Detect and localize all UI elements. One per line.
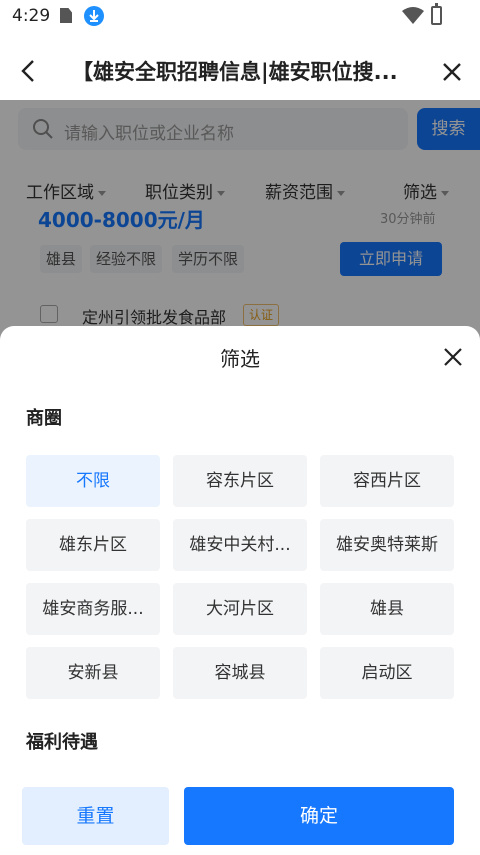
title-bar: 【雄安全职招聘信息|雄安职位搜...: [0, 42, 480, 100]
area-option[interactable]: 雄安中关村...: [173, 519, 307, 571]
area-option[interactable]: 启动区: [320, 647, 454, 699]
area-option[interactable]: 大河片区: [173, 583, 307, 635]
page-title: 【雄安全职招聘信息|雄安职位搜...: [72, 60, 398, 84]
battery-icon: [431, 3, 442, 25]
area-option[interactable]: 雄县: [320, 583, 454, 635]
back-arrow-icon[interactable]: [16, 58, 42, 84]
area-option-unlimited[interactable]: 不限: [26, 455, 160, 507]
download-icon: [84, 6, 104, 26]
close-icon[interactable]: [442, 346, 464, 368]
area-option[interactable]: 容东片区: [173, 455, 307, 507]
close-icon[interactable]: [440, 60, 464, 84]
reset-button[interactable]: 重置: [22, 787, 169, 845]
sim-card-icon: [60, 8, 72, 23]
confirm-button[interactable]: 确定: [184, 787, 454, 845]
wifi-icon: [402, 7, 424, 24]
section-welfare-label: 福利待遇: [26, 732, 98, 753]
sheet-title: 筛选: [220, 347, 260, 371]
area-option[interactable]: 容西片区: [320, 455, 454, 507]
area-option[interactable]: 雄安商务服...: [26, 583, 160, 635]
area-option[interactable]: 雄东片区: [26, 519, 160, 571]
status-bar: 4:29: [0, 0, 480, 32]
section-business-area-label: 商圈: [26, 408, 62, 429]
area-option[interactable]: 雄安奥特莱斯: [320, 519, 454, 571]
area-option[interactable]: 安新县: [26, 647, 160, 699]
area-option[interactable]: 容城县: [173, 647, 307, 699]
filter-sheet: 筛选 商圈 不限 容东片区 容西片区 雄东片区 雄安中关村... 雄安奥特莱斯 …: [0, 326, 480, 855]
status-time: 4:29: [12, 6, 51, 26]
